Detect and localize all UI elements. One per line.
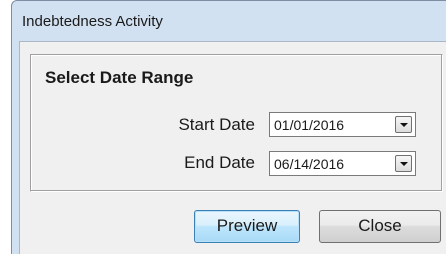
close-button[interactable]: Close [319, 210, 441, 243]
group-title: Select Date Range [45, 68, 194, 87]
date-range-group: Select Date Range Start Date 01/01/2016 … [30, 54, 443, 192]
end-date-label: End Date [184, 153, 255, 172]
chevron-down-icon [400, 123, 408, 127]
end-date-picker[interactable]: 06/14/2016 [269, 151, 416, 176]
chevron-down-icon [400, 162, 408, 166]
preview-button[interactable]: Preview [194, 210, 300, 243]
start-date-picker[interactable]: 01/01/2016 [269, 112, 416, 137]
start-date-dropdown-button[interactable] [395, 116, 412, 133]
end-date-dropdown-button[interactable] [395, 155, 412, 172]
dialog-body: Select Date Range Start Date 01/01/2016 … [19, 41, 446, 254]
start-date-label: Start Date [178, 115, 255, 134]
start-date-value[interactable]: 01/01/2016 [274, 117, 344, 133]
dialog-window: Indebtedness Activity Select Date Range … [11, 0, 446, 254]
end-date-value[interactable]: 06/14/2016 [274, 156, 344, 172]
title-bar[interactable]: Indebtedness Activity [12, 1, 446, 41]
window-title: Indebtedness Activity [22, 13, 163, 30]
